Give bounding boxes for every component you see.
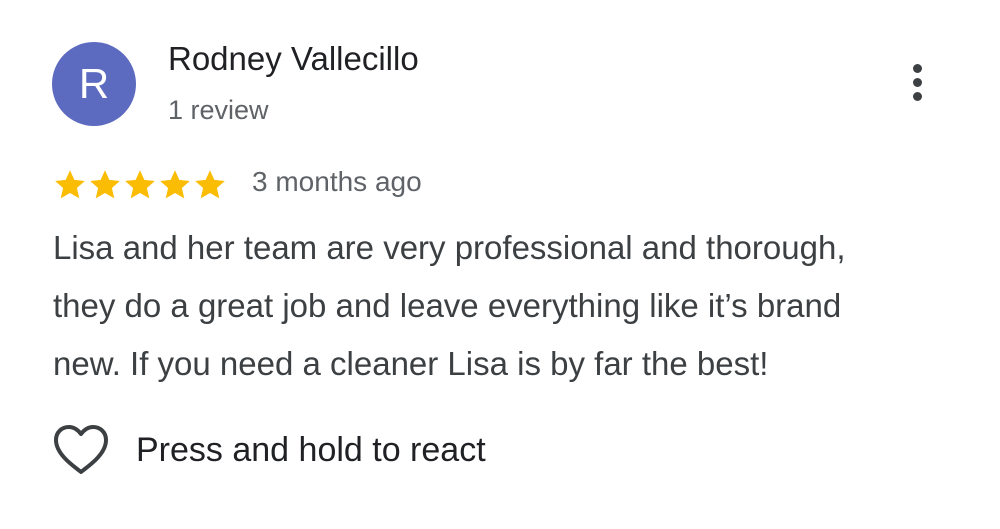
reviewer-name[interactable]: Rodney Vallecillo	[168, 40, 419, 78]
star-icon	[122, 167, 158, 203]
more-vertical-icon-dot	[913, 78, 922, 87]
react-button[interactable]: Press and hold to react	[52, 422, 486, 478]
review-count[interactable]: 1 review	[168, 95, 269, 126]
star-icon	[87, 167, 123, 203]
star-rating	[52, 167, 227, 203]
review-text-line: they do a great job and leave everything…	[53, 287, 842, 324]
review-text-line: new. If you need a cleaner Lisa is by fa…	[53, 345, 769, 382]
review-date: 3 months ago	[252, 166, 422, 197]
avatar-initial: R	[78, 60, 110, 107]
more-vertical-icon-dot	[913, 92, 922, 101]
star-icon	[157, 167, 193, 203]
more-options-button[interactable]	[896, 58, 940, 106]
star-icon	[192, 167, 228, 203]
review-card: R Rodney Vallecillo 1 review 3 months ag…	[0, 0, 1000, 529]
star-icon	[52, 167, 88, 203]
react-label: Press and hold to react	[136, 430, 486, 469]
review-text: Lisa and her team are very professional …	[53, 219, 953, 393]
more-vertical-icon-dot	[913, 64, 922, 73]
avatar[interactable]: R	[52, 42, 136, 126]
review-text-line: Lisa and her team are very professional …	[53, 229, 846, 266]
heart-outline-icon	[52, 423, 110, 477]
